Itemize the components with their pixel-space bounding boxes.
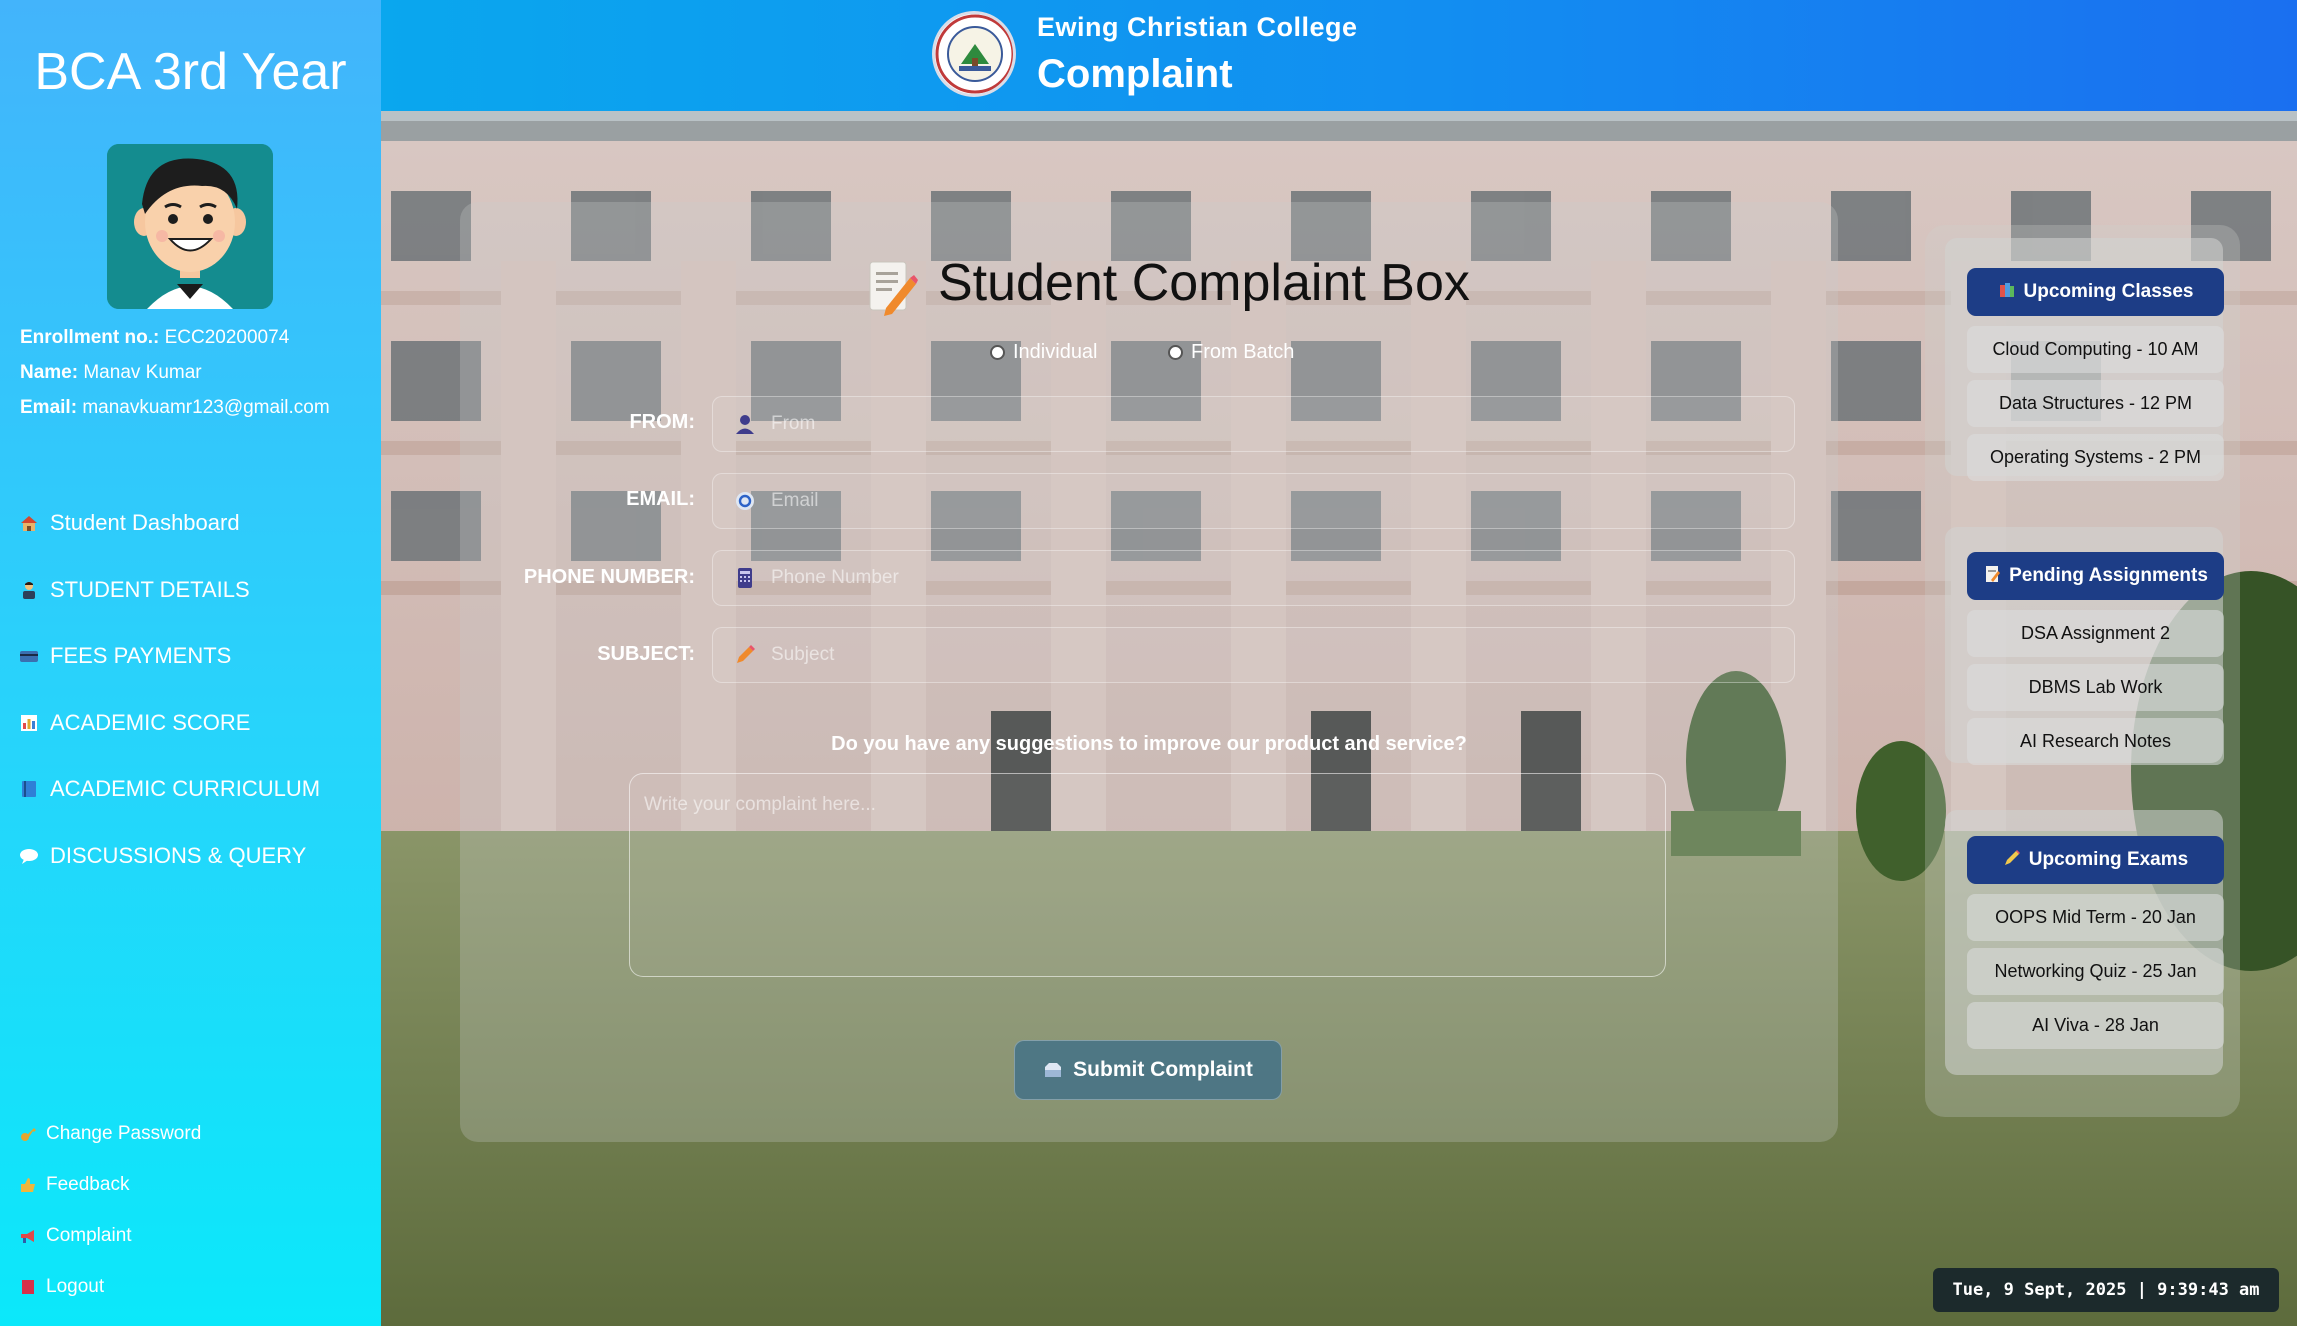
upcoming-classes-title: Upcoming Classes bbox=[2023, 281, 2194, 302]
assignment-item: AI Research Notes bbox=[1967, 718, 2224, 765]
phone-number-label: PHONE NUMBER: bbox=[523, 566, 695, 588]
enrollment-value: ECC20200074 bbox=[164, 327, 290, 348]
card-icon bbox=[18, 645, 40, 667]
sidebar-item-label: Feedback bbox=[46, 1173, 130, 1195]
person-icon bbox=[733, 412, 757, 436]
radio-from-batch[interactable]: From Batch bbox=[1168, 341, 1294, 364]
sidebar-item-student-details[interactable]: STUDENT DETAILS bbox=[18, 557, 320, 624]
upcoming-exams-title: Upcoming Exams bbox=[2028, 849, 2189, 870]
email-label: Email: bbox=[20, 397, 78, 418]
class-item: Operating Systems - 2 PM bbox=[1967, 434, 2224, 481]
inbox-icon bbox=[1043, 1061, 1063, 1079]
memo-pencil-icon bbox=[866, 258, 918, 318]
sidebar-item-fees-payments[interactable]: FEES PAYMENTS bbox=[18, 623, 320, 690]
exam-item: Networking Quiz - 25 Jan bbox=[1967, 948, 2224, 995]
sidebar-item-academic-curriculum[interactable]: ACADEMIC CURRICULUM bbox=[18, 756, 320, 823]
phone-number-field[interactable]: Phone Number bbox=[712, 550, 1795, 606]
sidebar-item-logout[interactable]: Logout bbox=[18, 1261, 201, 1312]
subject-label: SUBJECT: bbox=[597, 643, 695, 665]
memo-icon bbox=[1983, 565, 2001, 588]
email-label: EMAIL: bbox=[626, 488, 695, 510]
phone-number-placeholder: Phone Number bbox=[771, 567, 899, 588]
textarea-placeholder: Write your complaint here... bbox=[644, 794, 876, 815]
radio-individual-label: Individual bbox=[1013, 341, 1098, 363]
submit-complaint-button[interactable]: Submit Complaint bbox=[1014, 1040, 1282, 1100]
sidebar-item-change-password[interactable]: Change Password bbox=[18, 1108, 201, 1159]
email-placeholder: Email bbox=[771, 490, 819, 511]
sidebar-item-label: ACADEMIC CURRICULUM bbox=[50, 776, 321, 802]
sidebar-item-discussions-query[interactable]: DISCUSSIONS & QUERY bbox=[18, 823, 320, 890]
email-value: manavkuamr123@gmail.com bbox=[82, 397, 330, 418]
upcoming-exams-header: Upcoming Exams bbox=[1967, 836, 2224, 884]
exam-item: OOPS Mid Term - 20 Jan bbox=[1967, 894, 2224, 941]
complaint-textarea[interactable]: Write your complaint here... bbox=[629, 773, 1666, 977]
phone-icon bbox=[733, 566, 757, 590]
class-item: Cloud Computing - 10 AM bbox=[1967, 326, 2224, 373]
radio-individual[interactable]: Individual bbox=[990, 341, 1098, 364]
from-field[interactable]: From bbox=[712, 396, 1795, 452]
datetime-clock: Tue, 9 Sept, 2025 | 9:39:43 am bbox=[1933, 1268, 2279, 1312]
sidebar-nav: Student Dashboard STUDENT DETAILS FEES P… bbox=[18, 490, 320, 889]
book-icon bbox=[18, 778, 40, 800]
sidebar-item-label: Change Password bbox=[46, 1122, 202, 1144]
radio-circle[interactable] bbox=[1168, 345, 1183, 360]
sidebar-item-label: Complaint bbox=[46, 1224, 132, 1246]
sidebar-item-academic-score[interactable]: ACADEMIC SCORE bbox=[18, 690, 320, 757]
sidebar-item-complaint[interactable]: Complaint bbox=[18, 1210, 201, 1261]
college-name: Ewing Christian College bbox=[1037, 12, 1358, 42]
sidebar-year-title: BCA 3rd Year bbox=[34, 43, 347, 101]
from-placeholder: From bbox=[771, 413, 816, 434]
sidebar-bottom-nav: Change Password Feedback Complaint Logou… bbox=[18, 1108, 201, 1312]
student-icon bbox=[18, 579, 40, 601]
sidebar: BCA 3rd Year Enrollment no.: ECC20200074… bbox=[0, 0, 381, 1326]
logout-icon bbox=[18, 1277, 38, 1297]
enrollment-label: Enrollment no.: bbox=[20, 327, 160, 348]
sidebar-item-label: Student Dashboard bbox=[50, 510, 240, 536]
header-bar: Ewing Christian College Complaint bbox=[381, 0, 2297, 111]
upcoming-classes-header: Upcoming Classes bbox=[1967, 268, 2224, 316]
key-icon bbox=[18, 1124, 38, 1144]
from-label: FROM: bbox=[629, 411, 695, 433]
house-icon bbox=[18, 512, 40, 534]
sidebar-item-student-dashboard[interactable]: Student Dashboard bbox=[18, 490, 320, 557]
college-logo bbox=[932, 11, 1016, 97]
student-avatar-icon bbox=[107, 144, 273, 309]
sidebar-item-label: Logout bbox=[46, 1275, 105, 1297]
assignment-item: DBMS Lab Work bbox=[1967, 664, 2224, 711]
chart-icon bbox=[18, 712, 40, 734]
sidebar-item-label: DISCUSSIONS & QUERY bbox=[50, 842, 307, 868]
class-item: Data Structures - 12 PM bbox=[1967, 380, 2224, 427]
pending-assignments-header: Pending Assignments bbox=[1967, 552, 2224, 600]
feedback-icon bbox=[18, 1175, 38, 1195]
books-icon bbox=[1998, 281, 2016, 304]
name-label: Name: bbox=[20, 362, 79, 383]
avatar bbox=[107, 144, 273, 309]
pencil-icon bbox=[2003, 849, 2021, 872]
complaint-box-title: Student Complaint Box bbox=[938, 254, 1470, 312]
radio-from-batch-label: From Batch bbox=[1191, 341, 1295, 363]
chat-icon bbox=[18, 845, 40, 867]
page-title: Complaint bbox=[1037, 52, 1233, 96]
student-info: Enrollment no.: ECC20200074 Name: Manav … bbox=[20, 320, 330, 425]
exam-item: AI Viva - 28 Jan bbox=[1967, 1002, 2224, 1049]
at-sign-icon bbox=[733, 489, 757, 513]
subject-placeholder: Subject bbox=[771, 644, 835, 665]
pending-assignments-title: Pending Assignments bbox=[2009, 565, 2208, 586]
sidebar-item-label: STUDENT DETAILS bbox=[50, 576, 250, 602]
suggestion-question: Do you have any suggestions to improve o… bbox=[831, 733, 1467, 755]
pencil-icon bbox=[733, 643, 757, 667]
sidebar-item-feedback[interactable]: Feedback bbox=[18, 1159, 201, 1210]
name-value: Manav Kumar bbox=[83, 362, 202, 383]
submit-complaint-label: Submit Complaint bbox=[1073, 1058, 1253, 1081]
subject-field[interactable]: Subject bbox=[712, 627, 1795, 683]
sidebar-item-label: ACADEMIC SCORE bbox=[50, 709, 251, 735]
email-field[interactable]: Email bbox=[712, 473, 1795, 529]
megaphone-icon bbox=[18, 1226, 38, 1246]
sidebar-item-label: FEES PAYMENTS bbox=[50, 643, 232, 669]
radio-circle[interactable] bbox=[990, 345, 1005, 360]
assignment-item: DSA Assignment 2 bbox=[1967, 610, 2224, 657]
